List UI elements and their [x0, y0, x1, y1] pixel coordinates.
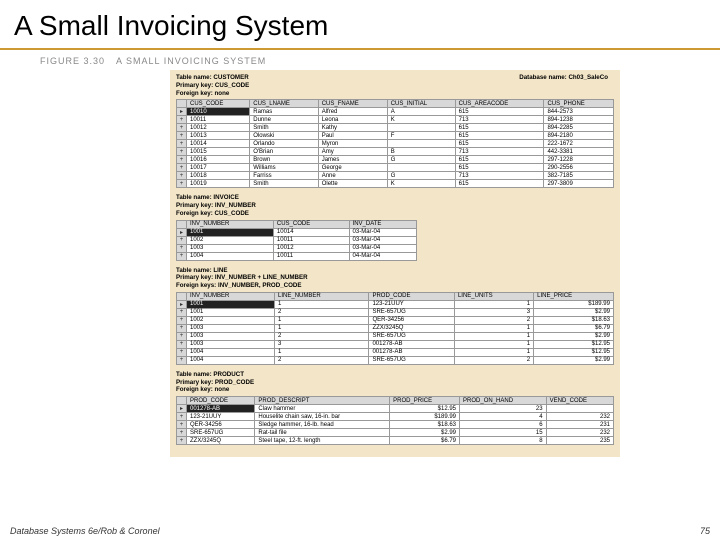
- table-row: +QER-34256Sledge hammer, 16-lb. head$18.…: [177, 421, 614, 429]
- table-row: +10016BrownJamesG615297-1228: [177, 156, 614, 164]
- table-row: +10032SRE-657UG1$2.99: [177, 332, 614, 340]
- figure-content: Table name: CUSTOMER Database name: Ch03…: [170, 70, 620, 457]
- table-row: +10041001104-Mar-04: [177, 252, 417, 260]
- table-row: ▸001278-ABClaw hammer$12.9523: [177, 405, 614, 413]
- figure-number: FIGURE 3.30: [40, 56, 105, 66]
- table-row: +10012SRE-657UG3$2.99: [177, 308, 614, 316]
- table-row: +10033001278-AB1$12.95: [177, 340, 614, 348]
- table-row: +10013OlowskiPaulF615894-2180: [177, 132, 614, 140]
- table-row: +10015O'BrianAmyB713442-3381: [177, 148, 614, 156]
- footer-text: Database Systems 6e/Rob & Coronel: [10, 526, 160, 536]
- table-row: +123-21UUYHouselite chain saw, 16-in. ba…: [177, 413, 614, 421]
- figure-title: A Small Invoicing System: [116, 56, 266, 66]
- table-row: +ZZX/3245QSteel tape, 12-ft. length$6.79…: [177, 437, 614, 445]
- customer-table: CUS_CODECUS_LNAMECUS_FNAMECUS_INITIALCUS…: [176, 99, 614, 188]
- slide-title: A Small Invoicing System: [0, 0, 720, 48]
- invoice-table: INV_NUMBERCUS_CODEINV_DATE▸10011001403-M…: [176, 220, 417, 261]
- table-row: +10019SmithOletteK615297-3809: [177, 180, 614, 188]
- table-row: ▸10011123-21UUY1$189.99: [177, 300, 614, 308]
- table-row: +10042SRE-657UG2$2.99: [177, 356, 614, 364]
- table-row: +10012SmithKathy615894-2285: [177, 124, 614, 132]
- table-row: +10021QER-342562$18.63: [177, 316, 614, 324]
- table-row: +10011DunneLeonaK713894-1238: [177, 116, 614, 124]
- table-row: +SRE-657UGRat-tail file$2.9915232: [177, 429, 614, 437]
- line-block: Table name: LINE Primary key: INV_NUMBER…: [176, 267, 614, 365]
- product-block: Table name: PRODUCT Primary key: PROD_CO…: [176, 371, 614, 445]
- invoice-block: Table name: INVOICE Primary key: INV_NUM…: [176, 194, 614, 260]
- slide-footer: Database Systems 6e/Rob & Coronel 75: [10, 526, 710, 536]
- product-table: PROD_CODEPROD_DESCRIPTPROD_PRICEPROD_ON_…: [176, 396, 614, 445]
- table-row: ▸10010RamasAlfredA615844-2573: [177, 108, 614, 116]
- title-underline: [0, 48, 720, 50]
- figure-label: FIGURE 3.30 A Small Invoicing System: [0, 52, 720, 70]
- database-name: Database name: Ch03_SaleCo: [519, 74, 608, 81]
- table-row: +10031001203-Mar-04: [177, 244, 417, 252]
- customer-block: Table name: CUSTOMER Database name: Ch03…: [176, 74, 614, 188]
- table-row: +10017WilliamsGeorge615290-2556: [177, 164, 614, 172]
- table-row: +10031ZZX/3245Q1$6.79: [177, 324, 614, 332]
- table-row: +10014OrlandoMyron615222-1672: [177, 140, 614, 148]
- table-row: +10018FarrissAnneG713382-7185: [177, 172, 614, 180]
- page-number: 75: [700, 526, 710, 536]
- table-row: +10021001103-Mar-04: [177, 236, 417, 244]
- line-table: INV_NUMBERLINE_NUMBERPROD_CODELINE_UNITS…: [176, 292, 614, 365]
- customer-fk-line: Foreign key: none: [176, 90, 614, 98]
- table-row: +10041001278-AB1$12.95: [177, 348, 614, 356]
- table-row: ▸10011001403-Mar-04: [177, 228, 417, 236]
- customer-pk-line: Primary key: CUS_CODE: [176, 82, 614, 90]
